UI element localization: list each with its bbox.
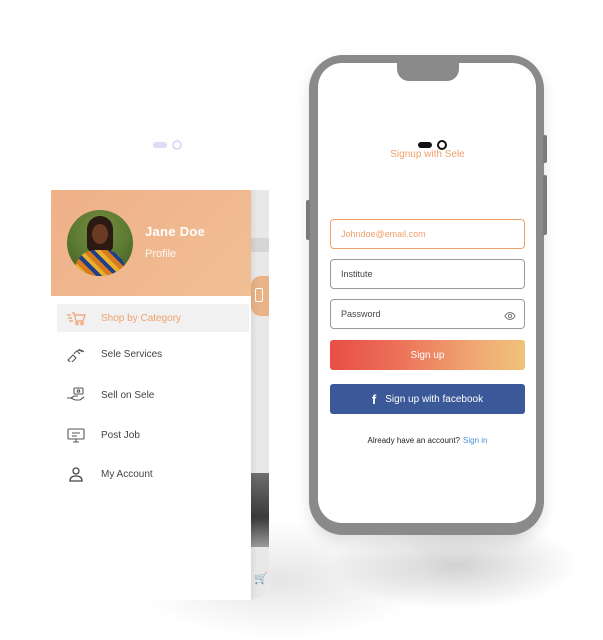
avatar-face <box>92 224 108 244</box>
hand-money-icon <box>65 386 87 404</box>
user-name: Jane Doe <box>145 224 206 239</box>
menu-item-sell-on-sele[interactable]: Sell on Sele <box>57 381 249 409</box>
signup-button[interactable]: Sign up <box>330 340 525 370</box>
cart-fast-icon <box>65 309 87 327</box>
phone-screen <box>318 63 536 523</box>
menu-item-post-job[interactable]: Post Job <box>57 421 249 449</box>
background-phone-button <box>251 276 269 316</box>
power-button <box>543 175 547 235</box>
facebook-signup-button[interactable]: f Sign up with facebook <box>330 384 525 414</box>
drawer-header[interactable]: Jane Doe Profile <box>51 190 251 296</box>
email-input[interactable] <box>341 229 491 239</box>
signup-title: Signup with Sele <box>390 149 465 160</box>
signin-prompt: Already have an account? <box>367 436 461 445</box>
password-input[interactable] <box>341 309 491 319</box>
avatar-dress <box>75 250 125 276</box>
menu-label: Shop by Category <box>101 312 182 324</box>
logo-bar <box>153 142 167 148</box>
user-icon <box>65 465 87 483</box>
signin-link[interactable]: Sign in <box>463 436 487 445</box>
institute-field[interactable] <box>330 259 525 289</box>
institute-input[interactable] <box>341 269 491 279</box>
logo-bar <box>418 142 432 148</box>
phone-icon <box>255 288 263 302</box>
background-header-strip <box>251 238 269 252</box>
menu-item-shop-by-category[interactable]: Shop by Category <box>57 304 249 332</box>
background-photo <box>251 473 269 547</box>
facebook-button-label: Sign up with facebook <box>385 393 484 405</box>
logo-ring <box>172 140 182 150</box>
facebook-icon: f <box>371 391 377 407</box>
profile-link[interactable]: Profile <box>145 248 176 260</box>
cart-icon: 🛒 <box>254 573 268 585</box>
menu-label: My Account <box>101 468 153 480</box>
menu-item-my-account[interactable]: My Account <box>57 460 249 488</box>
background-app: 🛒 <box>251 190 269 600</box>
monitor-icon <box>65 426 87 444</box>
menu-label: Sell on Sele <box>101 389 155 401</box>
left-phone-screen: 🛒 Jane Doe Profile Shop by Category Sele… <box>51 190 269 600</box>
volume-button <box>306 200 310 240</box>
avatar[interactable] <box>67 210 133 276</box>
navigation-drawer: Jane Doe Profile Shop by Category Sele S… <box>51 190 251 600</box>
app-logo-faded <box>153 140 185 150</box>
signin-row: Already have an account? Sign in <box>330 436 525 445</box>
password-field[interactable] <box>330 299 525 329</box>
eye-icon[interactable] <box>504 309 516 321</box>
services-icon <box>65 345 87 363</box>
menu-item-sele-services[interactable]: Sele Services <box>57 340 249 368</box>
phone-notch <box>397 63 459 81</box>
email-field[interactable] <box>330 219 525 249</box>
menu-label: Sele Services <box>101 348 163 360</box>
side-button-top <box>543 135 547 163</box>
menu-label: Post Job <box>101 429 140 441</box>
